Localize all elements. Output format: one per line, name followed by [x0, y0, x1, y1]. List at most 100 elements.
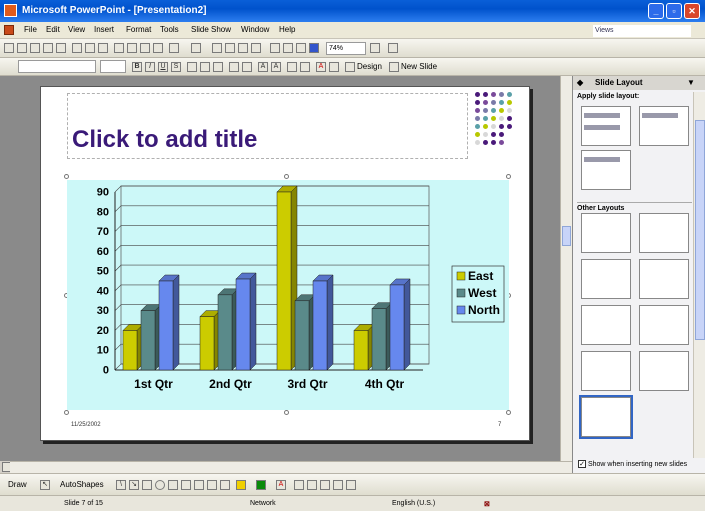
spelling-status-icon[interactable]: ⊠ [484, 500, 490, 508]
show-formatting-icon[interactable] [283, 43, 293, 53]
help-icon[interactable] [388, 43, 398, 53]
layout-chart-selected[interactable] [579, 395, 633, 439]
diagram-icon[interactable] [194, 480, 204, 490]
arrow-style-icon[interactable] [320, 480, 330, 490]
line-color-icon[interactable] [256, 480, 266, 490]
horizontal-scrollbar[interactable] [10, 461, 572, 473]
grid-icon[interactable] [296, 43, 306, 53]
insert-chart-icon[interactable] [212, 43, 222, 53]
arrow-icon[interactable]: ↘ [129, 480, 139, 490]
layout-table[interactable] [581, 351, 631, 391]
menu-format[interactable]: Format [126, 25, 151, 34]
maximize-icon[interactable]: ▫ [666, 3, 682, 19]
print-icon[interactable] [72, 43, 82, 53]
vertical-scrollbar[interactable] [560, 76, 572, 461]
minimize-icon[interactable]: _ [648, 3, 664, 19]
oval-icon[interactable] [155, 480, 165, 490]
menu-view[interactable]: View [68, 25, 85, 34]
underline-icon[interactable]: U [158, 62, 168, 72]
open-icon[interactable] [17, 43, 27, 53]
align-right-icon[interactable] [213, 62, 223, 72]
menu-window[interactable]: Window [241, 25, 269, 34]
powerpoint-app-icon[interactable] [4, 4, 17, 17]
save-icon[interactable] [30, 43, 40, 53]
chevron-down-icon[interactable]: ▼ [687, 78, 695, 87]
layout-text-media[interactable] [581, 305, 631, 345]
title-placeholder[interactable]: Click to add title [67, 93, 468, 159]
layout-title-text[interactable] [581, 106, 631, 146]
redo-icon[interactable] [191, 43, 201, 53]
layout-org-chart[interactable] [639, 351, 689, 391]
permission-icon[interactable] [43, 43, 53, 53]
copy-icon[interactable] [127, 43, 137, 53]
new-icon[interactable] [4, 43, 14, 53]
resize-handle[interactable] [64, 174, 69, 179]
draw-menu-button[interactable]: Draw [8, 480, 27, 489]
task-pane-scrollbar[interactable] [693, 92, 705, 458]
menu-tools[interactable]: Tools [160, 25, 179, 34]
task-pane-scroll-thumb[interactable] [695, 120, 705, 340]
font-size-select[interactable] [100, 60, 126, 73]
new-slide-button[interactable]: New Slide [401, 62, 437, 71]
line-icon[interactable]: \ [116, 480, 126, 490]
spelling-icon[interactable] [98, 43, 108, 53]
bold-icon[interactable]: B [132, 62, 142, 72]
fill-color-icon[interactable] [236, 480, 246, 490]
font-color-icon[interactable]: A [316, 62, 326, 72]
decrease-font-icon[interactable]: A [271, 62, 281, 72]
show-when-inserting-option[interactable]: ✓ Show when inserting new slides [578, 460, 687, 468]
document-icon[interactable] [4, 25, 14, 35]
menu-help[interactable]: Help [279, 25, 295, 34]
font-color-icon[interactable]: A [276, 480, 286, 490]
align-left-icon[interactable] [187, 62, 197, 72]
chart-object[interactable]: 0 10 20 30 40 50 60 70 80 90 1st Qtr 2nd Qtr 3rd Qtr… [67, 180, 509, 410]
layout-title-two-content[interactable] [639, 106, 689, 146]
resize-handle[interactable] [284, 410, 289, 415]
back-arrow-icon[interactable]: ◆ [577, 78, 583, 87]
tables-borders-icon[interactable] [238, 43, 248, 53]
insert-table-icon[interactable] [225, 43, 235, 53]
layout-title-content-text[interactable] [581, 150, 631, 190]
font-name-select[interactable] [18, 60, 96, 73]
3d-style-icon[interactable] [346, 480, 356, 490]
menu-slide-show[interactable]: Slide Show [191, 25, 231, 34]
increase-font-icon[interactable]: A [258, 62, 268, 72]
increase-indent-icon[interactable] [300, 62, 310, 72]
resize-handle[interactable] [64, 410, 69, 415]
insert-picture-icon[interactable] [251, 43, 261, 53]
wordart-icon[interactable] [181, 480, 191, 490]
italic-icon[interactable]: I [145, 62, 155, 72]
rectangle-icon[interactable] [142, 480, 152, 490]
close-icon[interactable]: ✕ [684, 3, 700, 19]
line-style-icon[interactable] [294, 480, 304, 490]
resize-handle[interactable] [506, 174, 511, 179]
shadow-icon[interactable]: S [171, 62, 181, 72]
center-icon[interactable] [200, 62, 210, 72]
type-question-box[interactable]: Views [593, 25, 691, 37]
expand-all-icon[interactable] [270, 43, 280, 53]
shadow-style-icon[interactable] [333, 480, 343, 490]
design-button[interactable]: Design [357, 62, 382, 71]
color-grayscale-icon[interactable] [309, 43, 319, 53]
dropdown-arrow-icon[interactable] [370, 43, 380, 53]
slide-canvas[interactable]: Click to add title 0 10 20 30 40 50 60 70 80 90 1s… [40, 86, 530, 441]
design-icon[interactable] [345, 62, 355, 72]
decrease-indent-icon[interactable] [287, 62, 297, 72]
menu-insert[interactable]: Insert [94, 25, 114, 34]
format-painter-icon[interactable] [153, 43, 163, 53]
layout-media-text[interactable] [639, 305, 689, 345]
cut-icon[interactable] [114, 43, 124, 53]
email-icon[interactable] [56, 43, 66, 53]
paste-icon[interactable] [140, 43, 150, 53]
clipart-icon[interactable] [207, 480, 217, 490]
menu-edit[interactable]: Edit [46, 25, 60, 34]
checkbox-checked-icon[interactable]: ✓ [578, 460, 586, 468]
picture-icon[interactable] [220, 480, 230, 490]
numbering-icon[interactable] [229, 62, 239, 72]
dash-style-icon[interactable] [307, 480, 317, 490]
new-slide-icon[interactable] [389, 62, 399, 72]
undo-icon[interactable] [169, 43, 179, 53]
layout-text-clipart[interactable] [581, 213, 631, 253]
select-objects-icon[interactable]: ↖ [40, 480, 50, 490]
zoom-select[interactable]: 74% [326, 42, 366, 55]
